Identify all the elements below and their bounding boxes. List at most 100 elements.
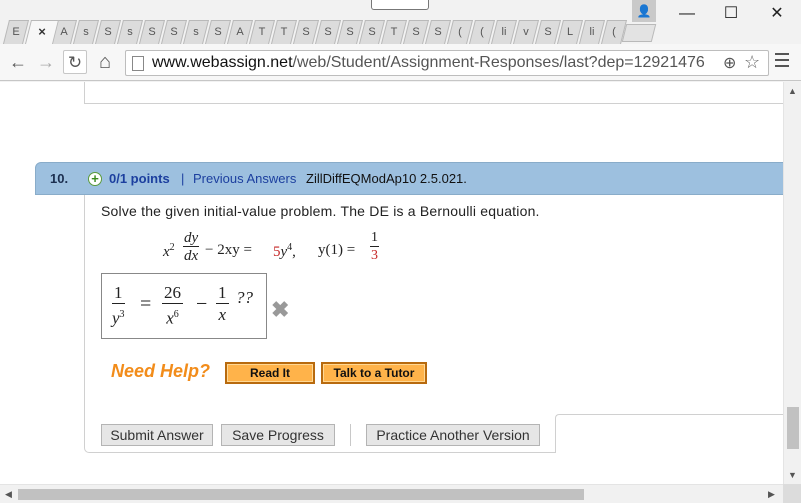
tab-label: T xyxy=(258,26,266,38)
tab-label: E xyxy=(12,26,20,38)
tab-label: S xyxy=(346,26,354,38)
url-domain: www.webassign.net xyxy=(152,54,293,71)
scroll-corner xyxy=(783,484,801,503)
button-divider xyxy=(350,424,351,446)
close-window-button[interactable]: ✕ xyxy=(762,2,792,26)
tab-label: S xyxy=(302,26,310,38)
home-button[interactable]: ⌂ xyxy=(93,50,117,74)
browser-window: E × As Ss S Ss S A T T S S S S T S S((li v S Lli( 👤 — ☐ ✕ ←… xyxy=(0,0,801,503)
answer-input[interactable]: 1 y3 = 26 x6 − 1x ?? xyxy=(101,273,267,339)
tab-label: L xyxy=(566,26,574,38)
tab-label: ( xyxy=(480,26,484,38)
tab-label: s xyxy=(127,26,133,38)
answer-minus: − xyxy=(196,293,208,315)
answer-frac1-den: y xyxy=(112,308,120,328)
practice-another-version-button[interactable]: Practice Another Version xyxy=(366,424,540,446)
eq-coefficient: 5 xyxy=(273,244,281,260)
eq-ic-num: 1 xyxy=(370,230,379,247)
maximize-button[interactable]: ☐ xyxy=(716,2,746,26)
page-icon xyxy=(132,56,144,71)
url-path: /web/Student/Assignment-Responses/last?d… xyxy=(292,54,705,71)
question-code: ZillDiffEQModAp10 2.5.021. xyxy=(306,171,467,186)
eq-frac-num: dy xyxy=(183,230,200,247)
question-number: 10. xyxy=(50,171,69,186)
answer-frac2-num: 26 xyxy=(162,283,183,304)
need-help-label: Need Help? xyxy=(111,361,211,381)
tab-label: v xyxy=(523,26,529,38)
expand-plus-icon[interactable]: + xyxy=(88,172,102,186)
tab-label: S xyxy=(104,26,112,38)
answer-frac1-num: 1 xyxy=(112,283,125,304)
scroll-right-icon[interactable]: ▶ xyxy=(768,489,775,500)
eq-middle: − 2xy = xyxy=(205,242,252,258)
tab-label: S xyxy=(214,26,222,38)
tab-label: li xyxy=(501,26,507,38)
save-progress-button[interactable]: Save Progress xyxy=(221,424,335,446)
question-body: Solve the given initial-value problem. T… xyxy=(84,195,783,453)
answer-trailing: ?? xyxy=(236,288,253,307)
eq-comma: , xyxy=(292,244,296,260)
tab-label: × xyxy=(38,24,46,39)
answer-frac2-den: x xyxy=(166,308,174,328)
answer-frac3-den: x xyxy=(218,305,227,324)
tab-label: s xyxy=(83,26,89,38)
tab-strip: E × As Ss S Ss S A T T S S S S T S S((li v S Lli( 👤 — ☐ ✕ xyxy=(0,0,801,44)
scroll-down-icon[interactable]: ▼ xyxy=(788,470,797,480)
vertical-scroll-thumb[interactable] xyxy=(787,407,799,449)
reload-button[interactable]: ↻ xyxy=(63,50,87,74)
scroll-left-icon[interactable]: ◀ xyxy=(5,489,12,500)
eq-frac-den: dx xyxy=(184,248,199,264)
url-text[interactable]: www.webassign.net/web/Student/Assignment… xyxy=(152,54,705,72)
answer-frac2-exp: 6 xyxy=(173,309,179,320)
tab-label: S xyxy=(412,26,420,38)
eq-x-exp: 2 xyxy=(169,242,175,253)
address-bar[interactable]: www.webassign.net/web/Student/Assignment… xyxy=(125,50,769,76)
forward-button[interactable]: → xyxy=(34,50,58,74)
question-header: 10. + 0/1 points | Previous Answers Zill… xyxy=(35,162,783,195)
tab-label: S xyxy=(544,26,552,38)
eq-ic-den: 3 xyxy=(371,248,378,263)
read-it-button[interactable]: Read It xyxy=(225,362,315,384)
menu-icon[interactable] xyxy=(775,53,789,71)
zoom-icon[interactable]: ⊕ xyxy=(723,53,736,73)
tab-label: S xyxy=(368,26,376,38)
tab-label: S xyxy=(434,26,442,38)
tab-label: T xyxy=(280,26,288,38)
answer-frac1-exp: 3 xyxy=(119,309,125,320)
horizontal-scrollbar[interactable]: ◀ ▶ xyxy=(0,484,783,503)
browser-toolbar: ← → ↻ ⌂ www.webassign.net/web/Student/As… xyxy=(0,44,801,81)
user-icon[interactable]: 👤 xyxy=(632,0,656,22)
header-separator: | xyxy=(181,171,185,186)
tab-active-close[interactable]: × xyxy=(25,20,59,44)
tab-label: ( xyxy=(458,26,462,38)
eq-x: x xyxy=(163,244,170,260)
vertical-scrollbar[interactable]: ▲ ▼ xyxy=(783,82,801,484)
tab-label: s xyxy=(193,26,199,38)
answer-equals: = xyxy=(140,293,152,315)
tab-label: li xyxy=(589,26,595,38)
practice-frame xyxy=(555,414,783,453)
minimize-button[interactable]: — xyxy=(672,2,702,26)
tab-label: T xyxy=(390,26,398,38)
incorrect-x-icon: ✖ xyxy=(271,297,290,322)
tab-label: A xyxy=(236,26,244,38)
previous-question-box xyxy=(84,82,783,104)
submit-answer-button[interactable]: Submit Answer xyxy=(101,424,213,446)
tab-label: ( xyxy=(612,26,616,38)
horizontal-scroll-thumb[interactable] xyxy=(18,489,584,500)
question-prompt: Solve the given initial-value problem. T… xyxy=(101,203,540,219)
back-button[interactable]: ← xyxy=(6,50,30,74)
page-content: 10. + 0/1 points | Previous Answers Zill… xyxy=(0,82,783,484)
tab-label: S xyxy=(170,26,178,38)
talk-to-tutor-button[interactable]: Talk to a Tutor xyxy=(321,362,427,384)
previous-answers-link[interactable]: Previous Answers xyxy=(193,171,296,186)
answer-frac3-num: 1 xyxy=(216,283,229,304)
scroll-up-icon[interactable]: ▲ xyxy=(788,86,797,96)
eq-initial-condition: y(1) = xyxy=(318,242,356,258)
question-points: 0/1 points xyxy=(109,171,170,186)
tab-label: S xyxy=(148,26,156,38)
new-tab-button[interactable] xyxy=(621,24,657,42)
bookmark-star-icon[interactable]: ☆ xyxy=(744,52,760,73)
window-drag-handle[interactable] xyxy=(371,0,429,10)
tab-label: S xyxy=(324,26,332,38)
